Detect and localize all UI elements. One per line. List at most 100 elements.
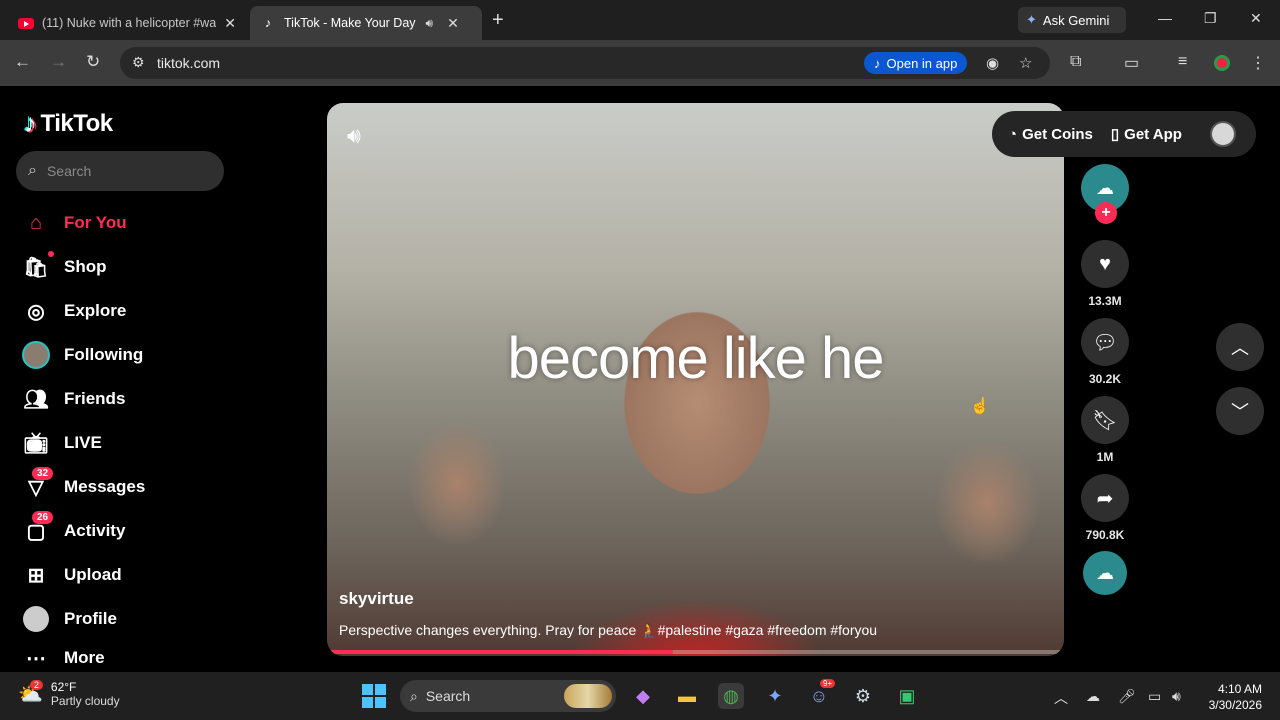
gemini-taskbar-icon[interactable]: ✦ bbox=[762, 683, 788, 709]
creator-avatar[interactable]: ☁ + bbox=[1081, 164, 1129, 224]
send-icon: ▽ 32 bbox=[22, 467, 54, 501]
menu-dots-icon[interactable]: ⋮ bbox=[1250, 53, 1266, 73]
sidebar-item-label: Messages bbox=[64, 477, 146, 496]
tab-youtube[interactable]: (11) Nuke with a helicopter #wa ✕ bbox=[8, 6, 246, 40]
taskbar-search[interactable]: ⌕ Search bbox=[400, 680, 616, 712]
sidebar-item-label: More bbox=[64, 648, 105, 667]
browser-profile-avatar[interactable] bbox=[1214, 55, 1230, 71]
volume-icon[interactable]: 🔊︎ bbox=[1172, 688, 1181, 705]
get-app-button[interactable]: ▯ Get App bbox=[1111, 125, 1182, 144]
video-progress-bar[interactable] bbox=[327, 650, 1064, 654]
search-icon: ⌕ bbox=[410, 687, 418, 704]
cast-icon[interactable]: ▭ bbox=[1124, 53, 1139, 73]
top-actions-bar: ◔ Get Coins ▯ Get App bbox=[992, 111, 1256, 157]
clock-date: 3/30/2026 bbox=[1208, 698, 1262, 712]
restore-button[interactable]: ❐ bbox=[1204, 10, 1217, 27]
share-arrow-icon[interactable]: ➦ bbox=[1081, 474, 1129, 522]
home-icon: ⌂ bbox=[29, 211, 43, 234]
volume-icon[interactable]: 🔊︎ bbox=[347, 123, 361, 149]
extensions-icon[interactable]: ⧉ bbox=[1070, 53, 1081, 71]
speaker-icon[interactable]: 🔊︎ bbox=[426, 16, 434, 31]
chrome-icon[interactable]: ◍ bbox=[718, 683, 744, 709]
new-tab-button[interactable]: + bbox=[492, 9, 504, 32]
sidebar-item-live[interactable]: 📺︎ LIVE bbox=[22, 423, 242, 463]
share-action[interactable]: ➦ 790.8K bbox=[1081, 474, 1129, 542]
comment-icon[interactable]: 💬︎ bbox=[1081, 318, 1129, 366]
sidebar-item-for-you[interactable]: ⌂ For You bbox=[22, 203, 242, 243]
comment-count: 30.2K bbox=[1088, 372, 1122, 386]
minimize-button[interactable]: — bbox=[1158, 10, 1172, 26]
sidebar-item-friends[interactable]: 👥︎ Friends bbox=[22, 379, 242, 419]
next-video-button[interactable]: ﹀ bbox=[1216, 387, 1264, 435]
hand-cursor-icon: ☝ bbox=[970, 398, 990, 415]
forward-arrow-icon[interactable]: → bbox=[50, 52, 67, 72]
tab-title: TikTok - Make Your Day bbox=[284, 16, 416, 30]
omnibox[interactable]: ⚙ tiktok.com ♪ Open in app ◉ ☆ bbox=[120, 47, 1050, 79]
music-disc[interactable]: ☁ bbox=[1081, 551, 1129, 595]
sidebar-item-messages[interactable]: ▽ 32 Messages bbox=[22, 467, 242, 507]
sidebar-item-explore[interactable]: ◎ Explore bbox=[22, 291, 242, 331]
search-placeholder: Search bbox=[46, 163, 92, 179]
coin-icon: ◔ bbox=[1008, 125, 1018, 143]
sidebar-item-following[interactable]: Following bbox=[20, 335, 240, 375]
sidebar-item-shop[interactable]: 🛍︎ Shop bbox=[22, 247, 242, 287]
tab-title: (11) Nuke with a helicopter #wa bbox=[42, 16, 217, 30]
url-text[interactable]: tiktok.com bbox=[157, 55, 220, 71]
copilot-icon[interactable]: ◆ bbox=[630, 683, 656, 709]
logo-text: TikTok bbox=[40, 109, 114, 137]
bookmark-star-icon[interactable]: ☆ bbox=[1019, 54, 1032, 72]
like-action[interactable]: ♥ 13.3M bbox=[1081, 240, 1129, 308]
weather-badge: 2 bbox=[30, 679, 44, 690]
video-player[interactable]: 🔊︎ become like he skyvirtue Perspective … bbox=[327, 103, 1064, 656]
search-highlight-image bbox=[564, 684, 612, 708]
back-arrow-icon[interactable]: ← bbox=[14, 52, 31, 72]
open-in-app-button[interactable]: ♪ Open in app bbox=[864, 52, 968, 74]
weather-condition: Partly cloudy bbox=[50, 694, 120, 708]
sidebar-item-activity[interactable]: ▢ 26 Activity bbox=[22, 511, 242, 551]
get-coins-label: Get Coins bbox=[1022, 125, 1093, 143]
app-icon[interactable]: ▣ bbox=[894, 683, 920, 709]
steam-icon[interactable]: ⚙ bbox=[850, 683, 876, 709]
save-action[interactable]: 🔖︎ 1M bbox=[1081, 396, 1129, 464]
reload-icon[interactable]: ↻ bbox=[86, 52, 100, 72]
close-tab-icon[interactable]: ✕ bbox=[447, 15, 459, 32]
eye-off-icon[interactable]: ◉ bbox=[986, 54, 999, 72]
bookmark-icon[interactable]: 🔖︎ bbox=[1081, 396, 1129, 444]
profile-avatar-icon bbox=[22, 605, 50, 633]
friends-icon: 👥︎ bbox=[23, 388, 49, 411]
network-icon[interactable]: ☁ bbox=[1086, 688, 1100, 705]
media-control-icon[interactable]: ≡ bbox=[1178, 53, 1187, 71]
video-author[interactable]: skyvirtue bbox=[339, 589, 414, 609]
get-coins-button[interactable]: ◔ Get Coins bbox=[1008, 126, 1093, 143]
follow-plus-button[interactable]: + bbox=[1095, 202, 1117, 224]
discord-icon[interactable]: ☺ 9+ bbox=[806, 679, 836, 709]
display-icon[interactable]: ▭ bbox=[1148, 688, 1161, 705]
sidebar-item-profile[interactable]: Profile bbox=[22, 599, 242, 639]
windows-start-icon[interactable] bbox=[362, 684, 386, 708]
close-tab-icon[interactable]: ✕ bbox=[224, 15, 236, 32]
tab-tiktok[interactable]: ♪ TikTok - Make Your Day 🔊︎ ✕ bbox=[250, 6, 482, 40]
sidebar-item-label: Profile bbox=[64, 609, 117, 628]
previous-video-button[interactable]: ︿ bbox=[1216, 323, 1264, 371]
activity-badge: 26 bbox=[32, 511, 54, 524]
close-window-button[interactable]: ✕ bbox=[1250, 10, 1262, 27]
comment-action[interactable]: 💬︎ 30.2K bbox=[1081, 318, 1129, 386]
sidebar-item-upload[interactable]: ⊞ Upload bbox=[22, 555, 242, 595]
tiktok-logo[interactable]: ♪ TikTok bbox=[24, 108, 113, 139]
ask-gemini-button[interactable]: ✦ Ask Gemini bbox=[1018, 7, 1126, 33]
show-hidden-icons-chevron-icon[interactable]: ︿ bbox=[1054, 688, 1068, 708]
share-count: 790.8K bbox=[1085, 528, 1125, 542]
heart-icon[interactable]: ♥ bbox=[1081, 240, 1129, 288]
browser-tab-bar: (11) Nuke with a helicopter #wa ✕ ♪ TikT… bbox=[0, 0, 1280, 40]
system-clock[interactable]: 4:10 AM 3/30/2026 bbox=[1200, 681, 1262, 713]
inbox-icon: ▢ 26 bbox=[22, 511, 54, 545]
search-input[interactable]: ⌕ Search bbox=[16, 151, 224, 191]
sidebar-item-label: Shop bbox=[64, 257, 107, 276]
file-explorer-icon[interactable]: ▬ bbox=[674, 683, 700, 709]
clock-time: 4:10 AM bbox=[1217, 682, 1262, 696]
microphone-icon[interactable]: 🎤︎ bbox=[1118, 688, 1136, 705]
sidebar-item-more[interactable]: ⋯ More bbox=[22, 643, 242, 673]
user-avatar[interactable] bbox=[1209, 121, 1236, 147]
weather-widget[interactable]: ⛅ 2 62°F Partly cloudy bbox=[18, 679, 120, 708]
site-info-icon[interactable]: ⚙ bbox=[132, 54, 145, 71]
